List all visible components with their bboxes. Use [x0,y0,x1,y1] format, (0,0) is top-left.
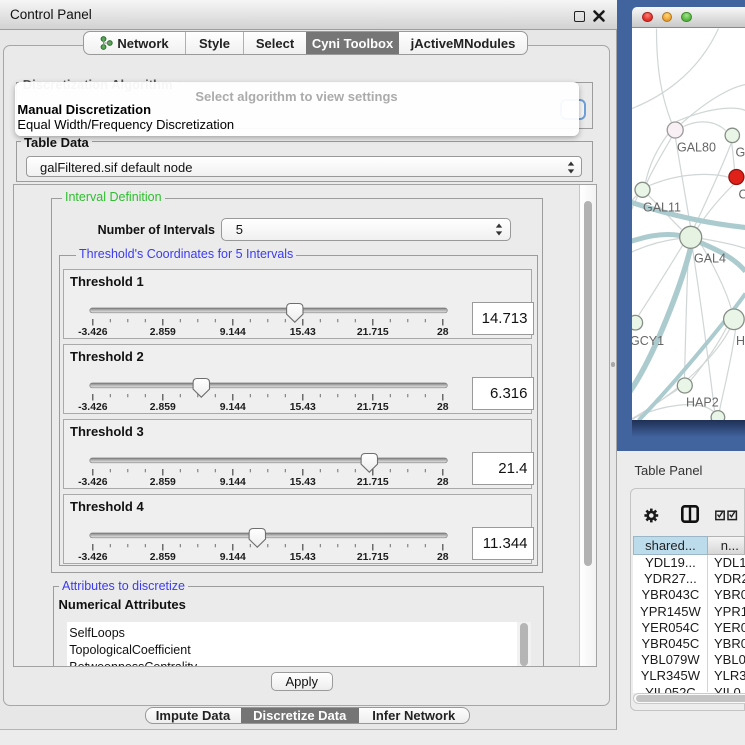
svg-text:2.859: 2.859 [150,401,176,412]
svg-text:C: C [738,187,745,201]
svg-text:9.144: 9.144 [220,476,246,487]
svg-text:G.: G. [735,145,745,159]
svg-text:28: 28 [437,401,449,412]
svg-text:-3.426: -3.426 [78,476,108,487]
svg-text:HAP2: HAP2 [686,395,719,409]
svg-text:2.859: 2.859 [150,476,176,487]
svg-text:28: 28 [437,326,449,337]
svg-text:9.144: 9.144 [220,551,246,562]
svg-text:15.43: 15.43 [290,551,316,562]
svg-text:15.43: 15.43 [290,401,316,412]
svg-text:H: H [736,334,745,348]
svg-text:21.715: 21.715 [357,401,389,412]
svg-text:28: 28 [437,476,449,487]
svg-text:GAL4: GAL4 [694,251,726,265]
svg-text:15.43: 15.43 [290,476,316,487]
svg-text:-3.426: -3.426 [78,326,108,337]
svg-text:15.43: 15.43 [290,326,316,337]
svg-text:-3.426: -3.426 [78,551,108,562]
svg-text:GAL80: GAL80 [677,140,716,154]
svg-text:2.859: 2.859 [150,326,176,337]
svg-text:28: 28 [437,551,449,562]
svg-text:GCY1: GCY1 [632,334,664,348]
svg-text:GAL11: GAL11 [643,200,681,214]
svg-text:9.144: 9.144 [220,326,246,337]
svg-text:21.715: 21.715 [357,551,389,562]
svg-text:2.859: 2.859 [150,551,176,562]
svg-text:-3.426: -3.426 [78,401,108,412]
svg-text:9.144: 9.144 [220,401,246,412]
svg-text:21.715: 21.715 [357,326,389,337]
svg-text:21.715: 21.715 [357,476,389,487]
